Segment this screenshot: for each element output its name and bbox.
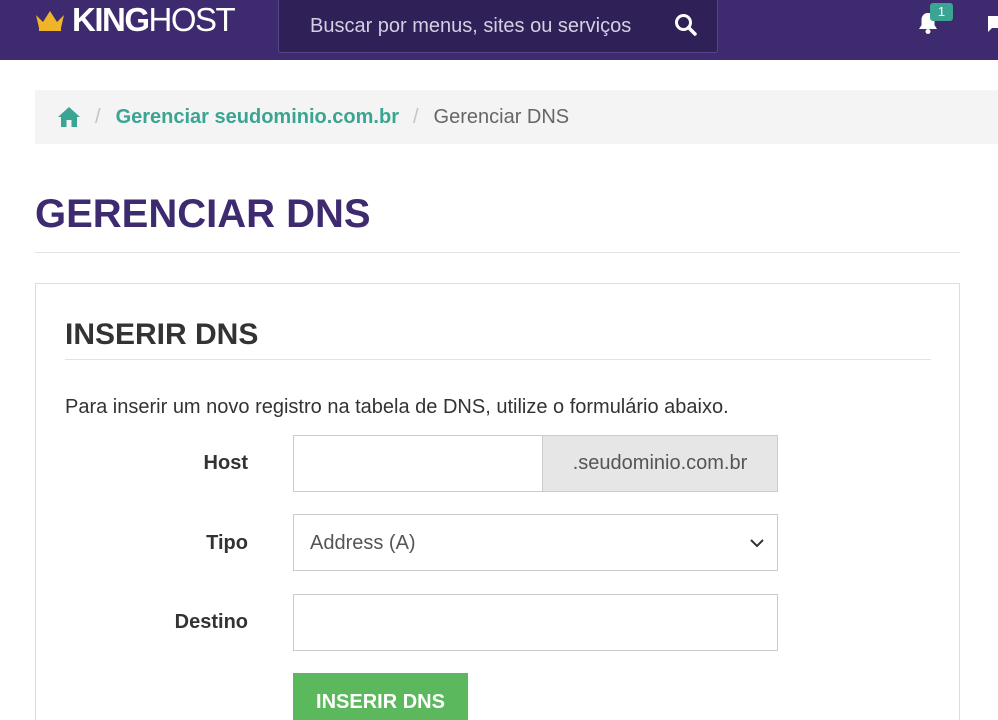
panel-title: INSERIR DNS [65, 318, 259, 351]
logo-king: KING [72, 1, 150, 38]
panel-description: Para inserir um novo registro na tabela … [65, 396, 729, 418]
top-bar: KINGHOST 1 [0, 0, 998, 60]
panel-divider [65, 359, 931, 360]
logo-host: HOST [148, 1, 236, 38]
search-icon[interactable] [673, 12, 699, 38]
insert-dns-panel: INSERIR DNS Para inserir um novo registr… [35, 283, 960, 720]
chat-icon[interactable] [987, 14, 998, 34]
insert-dns-button[interactable]: INSERIR DNS [293, 673, 468, 720]
host-input[interactable] [293, 435, 542, 492]
breadcrumb-current: Gerenciar DNS [433, 105, 570, 128]
home-icon[interactable] [57, 105, 81, 129]
destino-input[interactable] [293, 594, 778, 651]
breadcrumb: / Gerenciar seudominio.com.br / Gerencia… [35, 90, 998, 144]
breadcrumb-link-domain[interactable]: Gerenciar seudominio.com.br [116, 106, 399, 129]
host-domain-suffix: .seudominio.com.br [542, 435, 778, 492]
search-box [278, 0, 718, 53]
breadcrumb-separator: / [412, 105, 419, 128]
notification-badge: 1 [930, 3, 953, 21]
chevron-down-icon [750, 539, 764, 548]
tipo-label: Tipo [206, 532, 248, 554]
search-input[interactable] [279, 0, 659, 52]
crown-icon [36, 11, 64, 31]
tipo-selected-value: Address (A) [310, 532, 416, 554]
kinghost-logo[interactable]: KINGHOST [34, 1, 236, 38]
logo-text: KINGHOST [72, 1, 236, 38]
title-divider [35, 252, 960, 253]
destino-label: Destino [174, 611, 248, 633]
tipo-select[interactable]: Address (A) [293, 514, 778, 571]
breadcrumb-separator: / [95, 105, 101, 128]
host-label: Host [203, 452, 248, 474]
page-title: GERENCIAR DNS [35, 192, 371, 236]
